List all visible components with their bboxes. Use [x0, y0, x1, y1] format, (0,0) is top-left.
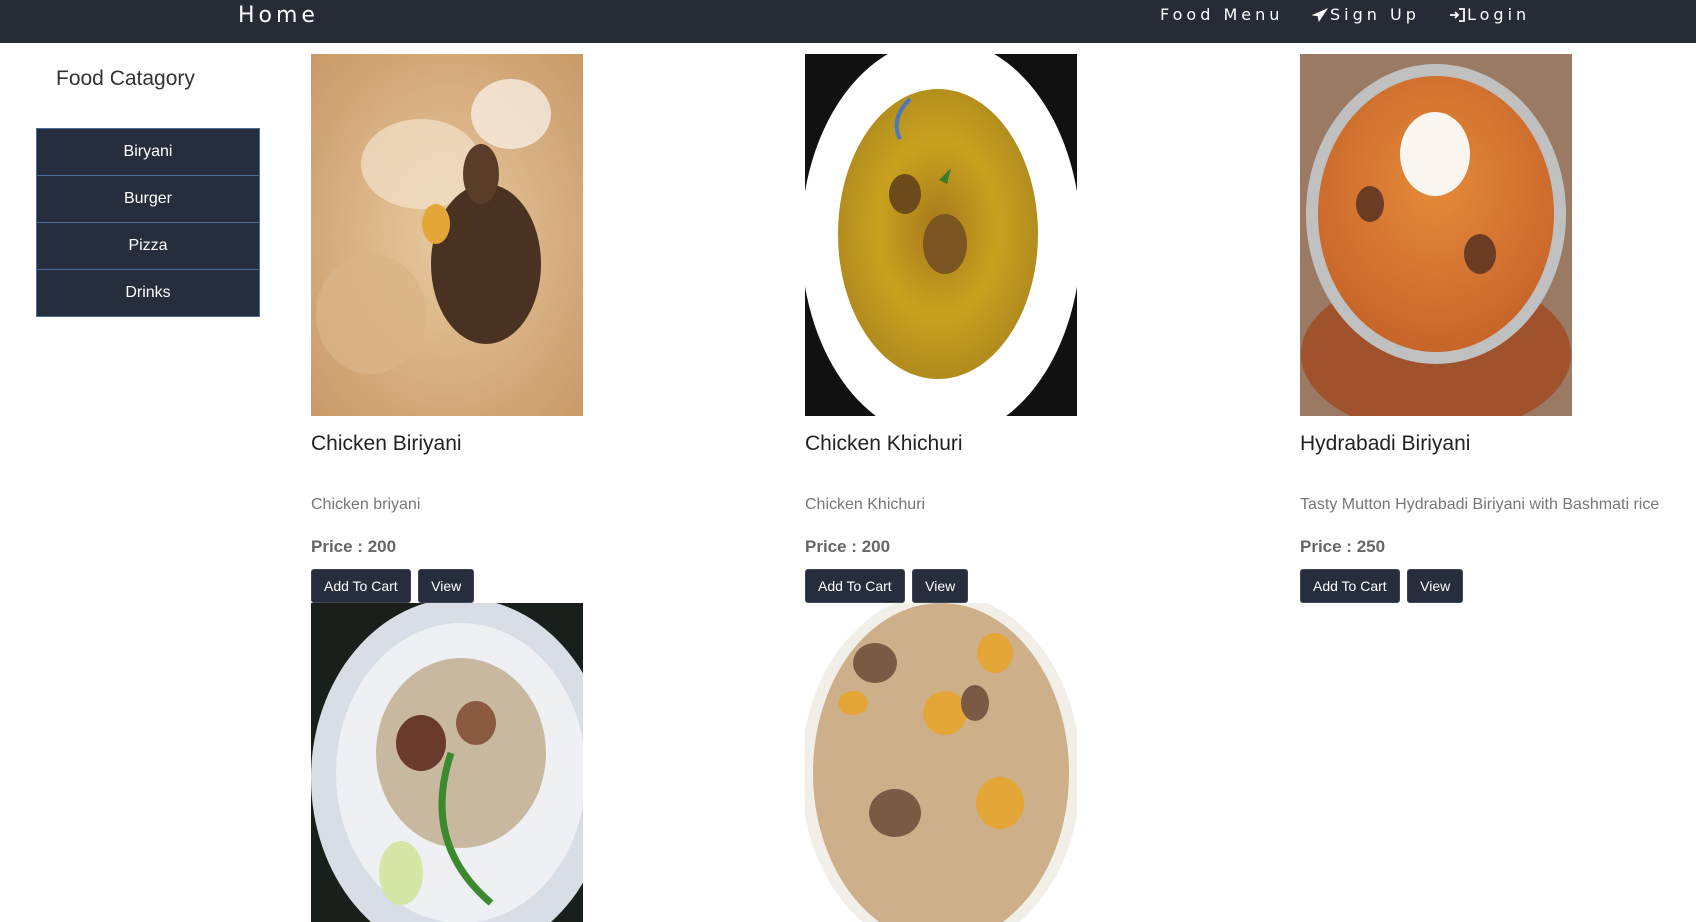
food-image	[805, 54, 1077, 416]
category-item-burger[interactable]: Burger	[36, 175, 260, 223]
home-brand-link[interactable]: Home	[238, 3, 319, 28]
food-image	[1300, 54, 1572, 416]
nav-food-menu-label: Food Menu	[1160, 5, 1284, 24]
product-title: Chicken Biriyani	[311, 432, 462, 455]
product-price: Price : 200	[805, 537, 891, 556]
nav-food-menu[interactable]: Food Menu	[1160, 5, 1283, 24]
sidebar-title: Food Catagory	[56, 67, 195, 90]
nav-login[interactable]: Login	[1449, 5, 1530, 24]
food-image	[311, 54, 583, 416]
sign-in-icon	[1450, 8, 1465, 22]
add-to-cart-button[interactable]: Add To Cart	[1300, 569, 1400, 603]
product-card	[805, 603, 1275, 922]
category-item-biryani[interactable]: Biryani	[36, 128, 260, 176]
category-item-pizza[interactable]: Pizza	[36, 222, 260, 270]
category-item-drinks[interactable]: Drinks	[36, 269, 260, 317]
product-card: Hydrabadi Biriyani Tasty Mutton Hydrabad…	[1300, 54, 1696, 603]
product-title: Hydrabadi Biriyani	[1300, 432, 1471, 455]
nav-sign-up[interactable]: Sign Up	[1311, 5, 1420, 24]
product-description: Tasty Mutton Hydrabadi Biriyani with Bas…	[1300, 496, 1660, 513]
product-description: Chicken briyani	[311, 496, 421, 513]
product-price: Price : 250	[1300, 537, 1386, 556]
product-card: Chicken Khichuri Chicken Khichuri Price …	[805, 54, 1275, 603]
product-title: Chicken Khichuri	[805, 432, 963, 455]
food-image	[311, 603, 583, 922]
product-card	[311, 603, 781, 922]
product-description: Chicken Khichuri	[805, 496, 926, 513]
product-card: Chicken Biriyani Chicken briyani Price :…	[311, 54, 781, 603]
add-to-cart-button[interactable]: Add To Cart	[805, 569, 905, 603]
top-navbar: Home Food Menu Sign Up Login	[0, 0, 1696, 43]
view-button[interactable]: View	[1407, 569, 1464, 603]
add-to-cart-button[interactable]: Add To Cart	[311, 569, 411, 603]
nav-login-label: Login	[1467, 5, 1531, 24]
food-image	[805, 603, 1077, 922]
product-price: Price : 200	[311, 537, 397, 556]
paper-plane-icon	[1311, 8, 1329, 23]
category-menu: Biryani Burger Pizza Drinks	[36, 128, 260, 317]
view-button[interactable]: View	[912, 569, 969, 603]
nav-sign-up-label: Sign Up	[1330, 5, 1420, 24]
view-button[interactable]: View	[418, 569, 475, 603]
